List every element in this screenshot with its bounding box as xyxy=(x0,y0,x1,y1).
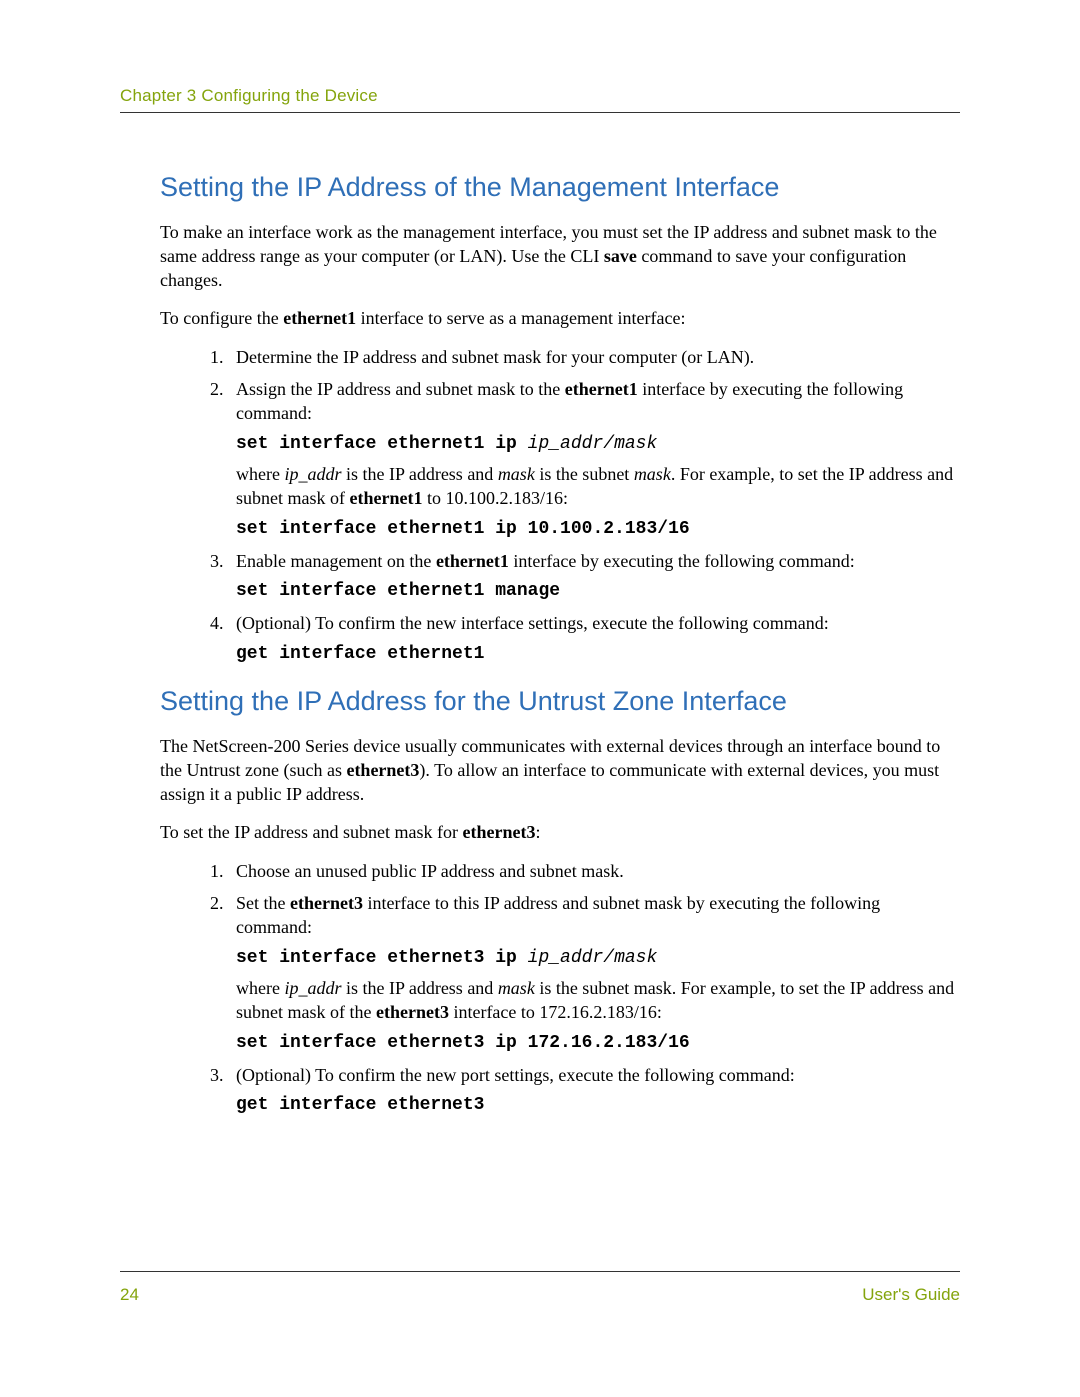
bold: ethernet1 xyxy=(565,379,638,399)
text: (Optional) To confirm the new port setti… xyxy=(236,1065,795,1085)
section1-steps: Determine the IP address and subnet mask… xyxy=(160,345,960,666)
section1-para2: To configure the ethernet1 interface to … xyxy=(160,307,960,331)
text: : xyxy=(535,822,540,842)
italic: ip_addr xyxy=(284,464,341,484)
text: is the subnet xyxy=(535,464,634,484)
step1: Determine the IP address and subnet mask… xyxy=(228,345,960,369)
bold: ethernet3 xyxy=(346,760,419,780)
bold-save: save xyxy=(604,246,637,266)
text: is the IP address and xyxy=(342,464,498,484)
code-var: ip_addr/mask xyxy=(528,948,658,968)
bold: ethernet3 xyxy=(290,893,363,913)
bold: ethernet3 xyxy=(463,822,536,842)
text: interface to serve as a management inter… xyxy=(356,308,685,328)
step2-explain: where ip_addr is the IP address and mask… xyxy=(236,976,960,1025)
italic: ip_addr xyxy=(284,978,341,998)
step3: (Optional) To confirm the new port setti… xyxy=(228,1063,960,1118)
code-set-ip-template: set interface ethernet3 ip ip_addr/mask xyxy=(236,946,960,970)
chapter-header: Chapter 3 Configuring the Device xyxy=(120,86,960,113)
code-text: set interface ethernet1 ip xyxy=(236,434,528,454)
page: Chapter 3 Configuring the Device Setting… xyxy=(0,0,1080,1397)
page-number: 24 xyxy=(120,1285,139,1305)
code-var: ip_addr/mask xyxy=(528,434,658,454)
section2-steps: Choose an unused public IP address and s… xyxy=(160,859,960,1118)
step2: Assign the IP address and subnet mask to… xyxy=(228,377,960,541)
text: interface to 172.16.2.183/16: xyxy=(449,1002,662,1022)
bold: ethernet3 xyxy=(376,1002,449,1022)
code-get: get interface ethernet1 xyxy=(236,642,960,666)
text: to 10.100.2.183/16: xyxy=(422,488,568,508)
guide-label: User's Guide xyxy=(862,1285,960,1305)
code-manage: set interface ethernet1 manage xyxy=(236,579,960,603)
text: where xyxy=(236,464,284,484)
bold: ethernet1 xyxy=(349,488,422,508)
bold: ethernet1 xyxy=(436,551,509,571)
text: To set the IP address and subnet mask fo… xyxy=(160,822,463,842)
text: interface by executing the following com… xyxy=(509,551,855,571)
text: where xyxy=(236,978,284,998)
text: To configure the xyxy=(160,308,283,328)
content-area: Setting the IP Address of the Management… xyxy=(160,172,960,1137)
text: Assign the IP address and subnet mask to… xyxy=(236,379,565,399)
section2-para2: To set the IP address and subnet mask fo… xyxy=(160,821,960,845)
footer: 24 User's Guide xyxy=(120,1285,960,1305)
section1-para1: To make an interface work as the managem… xyxy=(160,221,960,293)
code-text: set interface ethernet3 ip xyxy=(236,948,528,968)
section2-title: Setting the IP Address for the Untrust Z… xyxy=(160,686,960,717)
section1-title: Setting the IP Address of the Management… xyxy=(160,172,960,203)
step2: Set the ethernet3 interface to this IP a… xyxy=(228,891,960,1055)
step4: (Optional) To confirm the new interface … xyxy=(228,611,960,666)
code-set-ip-example: set interface ethernet1 ip 10.100.2.183/… xyxy=(236,517,960,541)
italic: mask xyxy=(634,464,671,484)
text: (Optional) To confirm the new interface … xyxy=(236,613,829,633)
code-get: get interface ethernet3 xyxy=(236,1093,960,1117)
footer-rule xyxy=(120,1271,960,1272)
text: is the IP address and xyxy=(342,978,498,998)
step3: Enable management on the ethernet1 inter… xyxy=(228,549,960,604)
italic: mask xyxy=(498,464,535,484)
step1: Choose an unused public IP address and s… xyxy=(228,859,960,883)
code-set-ip-template: set interface ethernet1 ip ip_addr/mask xyxy=(236,432,960,456)
text: Enable management on the xyxy=(236,551,436,571)
italic: mask xyxy=(498,978,535,998)
text: Set the xyxy=(236,893,290,913)
section2-para1: The NetScreen-200 Series device usually … xyxy=(160,735,960,807)
code-set-ip-example: set interface ethernet3 ip 172.16.2.183/… xyxy=(236,1031,960,1055)
step2-explain: where ip_addr is the IP address and mask… xyxy=(236,462,960,511)
bold-ethernet1: ethernet1 xyxy=(283,308,356,328)
